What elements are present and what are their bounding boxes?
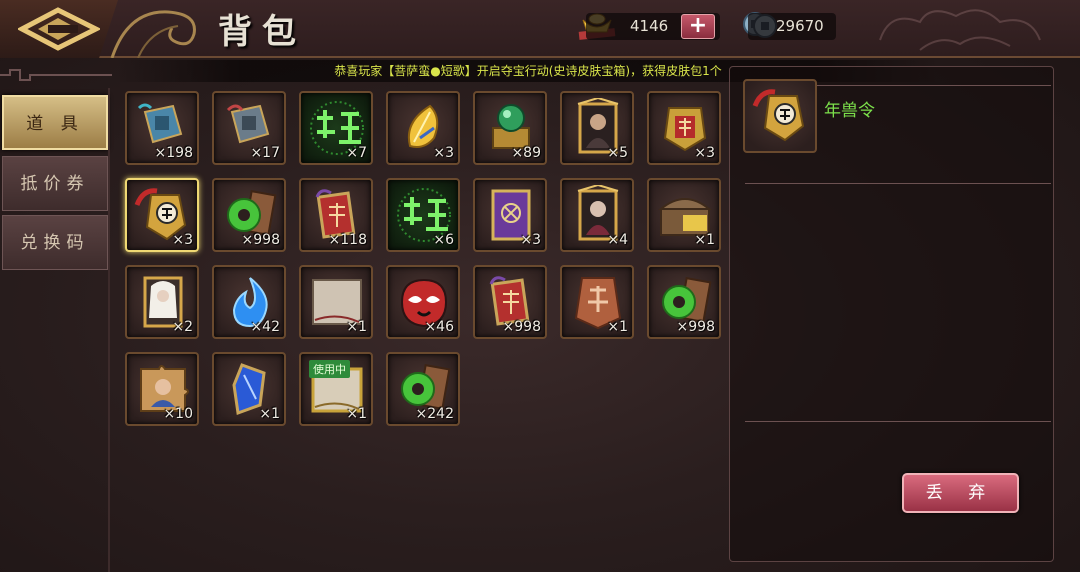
inventory-slot[interactable]: ×3: [647, 91, 721, 165]
item-quantity: ×10: [163, 406, 193, 422]
tab-items[interactable]: 道 具: [2, 95, 108, 150]
detail-item-name: 年兽令: [824, 101, 875, 121]
inventory-slot[interactable]: ×998: [647, 265, 721, 339]
item-quantity: ×1: [607, 319, 628, 335]
back-button[interactable]: [0, 0, 118, 58]
item-quantity: ×242: [415, 406, 454, 422]
inventory-slot[interactable]: ×10: [125, 352, 199, 426]
tab-redeem-codes[interactable]: 兑换码: [2, 215, 108, 270]
inventory-slot[interactable]: ×46: [386, 265, 460, 339]
gold-amount: 4146: [630, 17, 669, 35]
inventory-slot[interactable]: ×4: [560, 178, 634, 252]
item-quantity: ×17: [250, 145, 280, 161]
inventory-slot[interactable]: ×6: [386, 178, 460, 252]
inventory-slot[interactable]: ×3: [386, 91, 460, 165]
item-quantity: ×3: [433, 145, 454, 161]
inventory-slot[interactable]: ×998: [473, 265, 547, 339]
divider: [108, 88, 110, 572]
item-quantity: ×89: [511, 145, 541, 161]
page-title: 背包: [218, 12, 306, 52]
item-quantity: ×3: [520, 232, 541, 248]
item-quantity: ×4: [607, 232, 628, 248]
tab-vouchers[interactable]: 抵价券: [2, 156, 108, 211]
item-quantity: ×6: [433, 232, 454, 248]
inventory-slot[interactable]: ×1: [299, 265, 373, 339]
recharge-button[interactable]: +: [681, 14, 715, 39]
inventory-slot[interactable]: ×1: [212, 352, 286, 426]
item-quantity: ×3: [172, 232, 193, 248]
item-quantity: ×998: [676, 319, 715, 335]
inventory-slot[interactable]: ×242: [386, 352, 460, 426]
item-quantity: ×1: [346, 406, 367, 422]
item-quantity: ×1: [259, 406, 280, 422]
inventory-slot[interactable]: ×89: [473, 91, 547, 165]
inventory-slot[interactable]: ×17: [212, 91, 286, 165]
item-quantity: ×5: [607, 145, 628, 161]
item-quantity: ×7: [346, 145, 367, 161]
inventory-slot[interactable]: ×7: [299, 91, 373, 165]
item-quantity: ×3: [694, 145, 715, 161]
inventory-slot[interactable]: ×198: [125, 91, 199, 165]
item-quantity: ×1: [694, 232, 715, 248]
divider: [745, 421, 1051, 422]
inventory-slot[interactable]: ×3: [473, 178, 547, 252]
inventory-slot[interactable]: ×5: [560, 91, 634, 165]
item-quantity: ×46: [424, 319, 454, 335]
inventory-slot[interactable]: ×42: [212, 265, 286, 339]
item-quantity: ×198: [154, 145, 193, 161]
inventory-slot[interactable]: ×118: [299, 178, 373, 252]
inventory-slot[interactable]: 使用中 ×1: [299, 352, 373, 426]
coin-counter: 29670: [748, 13, 836, 40]
detail-item-icon-frame: [743, 79, 817, 153]
back-arrow-icon: [18, 7, 100, 51]
item-quantity: ×118: [328, 232, 367, 248]
inventory-slot[interactable]: ×998: [212, 178, 286, 252]
item-quantity: ×998: [241, 232, 280, 248]
discard-button[interactable]: 丢 弃: [902, 473, 1019, 513]
item-quantity: ×1: [346, 319, 367, 335]
cloud-decoration: [879, 9, 1041, 51]
divider: [745, 183, 1051, 184]
inventory-slot[interactable]: ×1: [560, 265, 634, 339]
coin-amount: 29670: [776, 17, 824, 35]
item-quantity: ×2: [172, 319, 193, 335]
song-token-icon: [752, 89, 805, 142]
item-quantity: ×42: [250, 319, 280, 335]
item-quantity: ×998: [502, 319, 541, 335]
inventory-slot-selected[interactable]: ×3: [125, 178, 199, 252]
inventory-slot[interactable]: ×2: [125, 265, 199, 339]
in-use-badge: 使用中: [309, 360, 350, 378]
meander-decoration: [0, 69, 112, 81]
swirl-decoration: [110, 10, 196, 58]
inventory-slot[interactable]: ×1: [647, 178, 721, 252]
